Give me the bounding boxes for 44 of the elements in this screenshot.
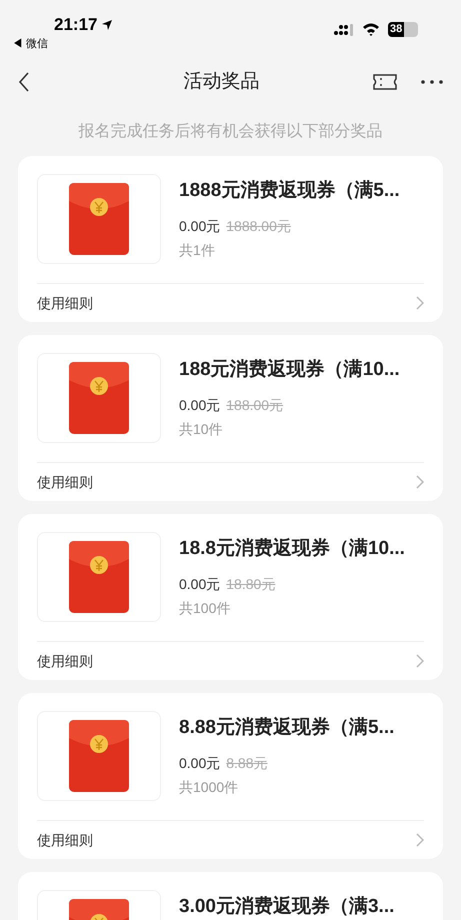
back-to-app-link[interactable]: ◀ 微信	[12, 36, 48, 52]
prize-count: 共10件	[179, 420, 224, 438]
usage-rules-row[interactable]: 使用细则	[18, 821, 443, 859]
prize-count: 共1000件	[179, 778, 240, 796]
envelope-icon	[69, 362, 129, 434]
chevron-right-icon	[416, 654, 424, 668]
back-icon[interactable]	[18, 72, 30, 92]
page-title: 活动奖品	[182, 70, 260, 94]
envelope-icon	[69, 541, 129, 613]
location-arrow-icon	[101, 18, 114, 31]
original-price: 188.00元	[226, 396, 284, 414]
chevron-right-icon	[416, 296, 424, 310]
signal-icon	[334, 24, 354, 36]
usage-rules-row[interactable]: 使用细则	[18, 284, 443, 322]
original-price: 1888.00元	[226, 216, 291, 236]
prize-count: 共1件	[179, 240, 216, 260]
usage-rules-label: 使用细则	[37, 472, 93, 492]
subtitle: 报名完成任务后将有机会获得以下部分奖品	[78, 122, 382, 142]
more-icon[interactable]	[421, 80, 443, 84]
prize-title: 8.88元消费返现券（满5...	[179, 716, 394, 740]
battery-indicator: 38	[388, 22, 418, 37]
chevron-right-icon	[416, 475, 424, 489]
prize-price: 0.00元	[179, 754, 220, 772]
envelope-icon	[69, 183, 129, 255]
envelope-icon	[69, 720, 129, 792]
original-price: 8.88元	[226, 754, 268, 772]
usage-rules-row[interactable]: 使用细则	[18, 463, 443, 501]
prize-title: 188元消费返现券（满10...	[179, 358, 400, 382]
prize-price: 0.00元	[179, 396, 220, 414]
prize-title: 3.00元消费返现券（满3...	[179, 894, 394, 919]
prize-price: 0.00元	[179, 574, 220, 594]
chevron-right-icon	[416, 833, 424, 847]
usage-rules-row[interactable]: 使用细则	[18, 642, 443, 680]
wifi-icon	[362, 23, 380, 36]
prize-price: 0.00元	[179, 216, 220, 236]
usage-rules-label: 使用细则	[37, 830, 93, 850]
status-time: 21:17	[54, 14, 98, 36]
prize-title: 1888元消费返现券（满5...	[179, 178, 400, 203]
prize-title: 18.8元消费返现券（满10...	[179, 536, 405, 561]
prize-count: 共100件	[179, 598, 232, 618]
original-price: 18.80元	[226, 574, 276, 594]
usage-rules-label: 使用细则	[37, 294, 93, 312]
usage-rules-label: 使用细则	[37, 652, 93, 670]
ticket-icon[interactable]	[373, 74, 397, 90]
